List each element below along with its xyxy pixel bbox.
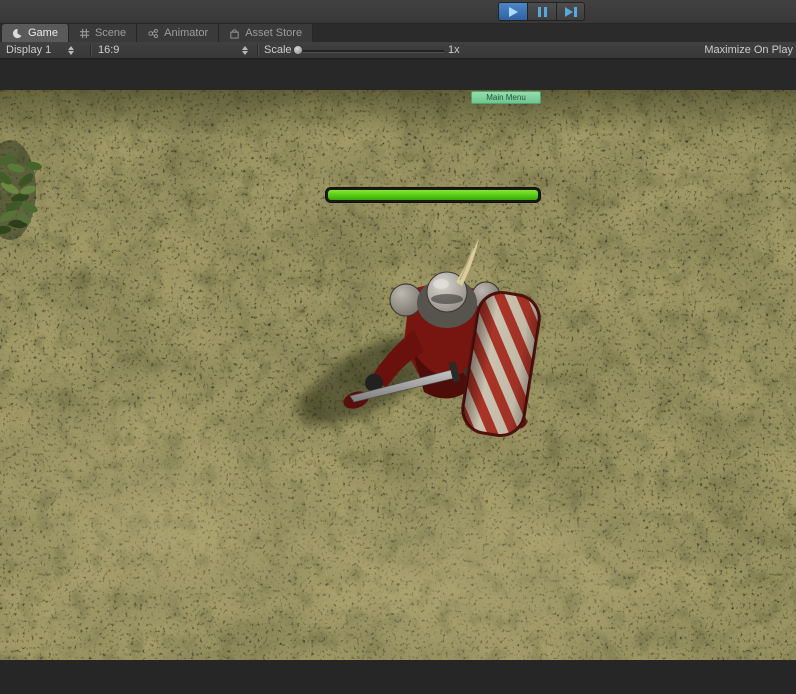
game-viewport[interactable]: Main Menu [0,90,796,660]
tab-game[interactable]: Game [2,24,69,42]
pause-button[interactable] [527,2,556,21]
scale-value: 1x [448,44,460,56]
tab-label: Animator [164,27,209,39]
tab-label: Game [28,27,58,39]
main-menu-button[interactable]: Main Menu [471,91,541,104]
aspect-dropdown-label: 16:9 [98,44,120,56]
dropdown-arrows-icon [242,45,249,55]
asset-store-icon [229,28,240,39]
play-icon [508,6,518,17]
step-icon [564,6,577,17]
unity-editor-game-view: Game Scene Animator Asset Store Display … [0,0,796,694]
aspect-dropdown-arrows[interactable] [242,42,249,58]
dropdown-arrows-icon [68,45,75,55]
tab-label: Scene [94,27,127,39]
scene-icon [79,28,90,39]
main-menu-label: Main Menu [486,92,526,102]
tab-label: Asset Store [245,27,303,39]
letterbox-bottom [0,660,796,694]
display-dropdown[interactable]: Display 1 [6,42,75,58]
tab-asset-store[interactable]: Asset Store [219,24,314,42]
letterbox-top [0,60,796,90]
scale-slider-track[interactable] [296,50,444,52]
toolbar-separator [90,44,91,56]
game-view-toolbar: Display 1 16:9 Scale 1x Maximize On Play [0,42,796,59]
step-button[interactable] [556,2,585,21]
scale-label: Scale [264,44,292,56]
transport-button-group [498,2,585,21]
scale-slider-thumb[interactable] [293,45,303,55]
display-dropdown-label: Display 1 [6,44,52,56]
animator-icon [147,28,159,39]
play-button[interactable] [498,2,527,21]
aspect-dropdown[interactable]: 16:9 [98,42,119,58]
pauldron-left [389,283,423,317]
health-bar-fill [328,190,538,200]
toolbar-separator [257,44,258,56]
pause-icon [537,6,547,17]
maximize-on-play-toggle[interactable]: Maximize On Play [704,42,793,58]
transport-toolbar [0,0,796,24]
health-bar [325,187,541,203]
game-scene [0,90,796,660]
game-icon [12,28,23,39]
tab-scene[interactable]: Scene [68,24,138,42]
tab-animator[interactable]: Animator [137,24,220,42]
tab-bar: Game Scene Animator Asset Store [0,24,796,42]
